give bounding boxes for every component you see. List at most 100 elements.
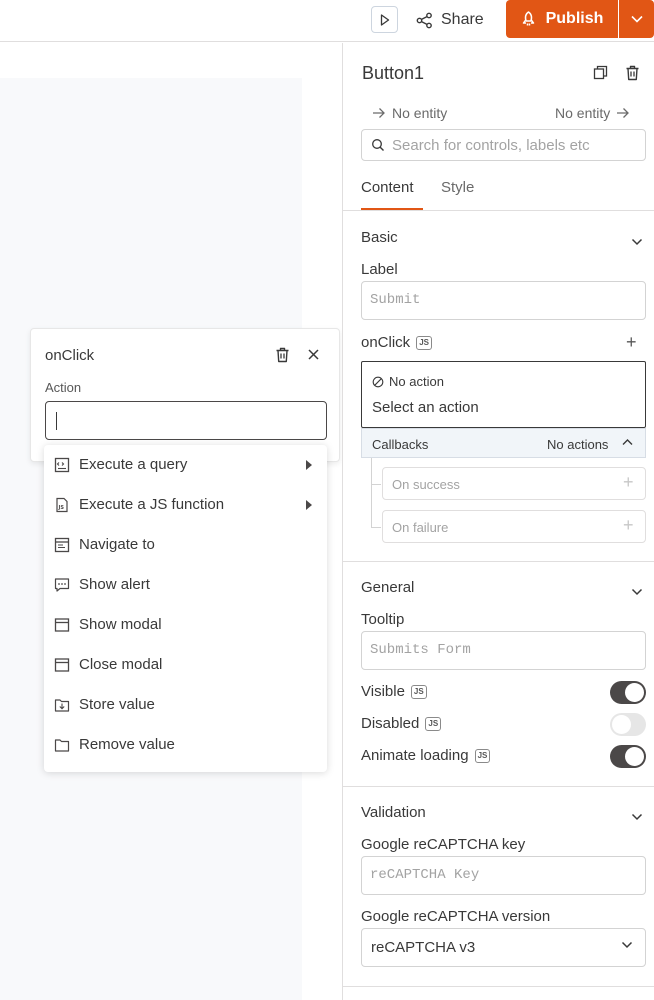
top-bar: Share Publish <box>0 0 654 42</box>
menu-item-label: Navigate to <box>79 536 155 553</box>
action-label: Action <box>45 380 82 395</box>
copy-widget-button[interactable] <box>593 65 608 85</box>
menu-item-store-value[interactable]: Store value <box>44 685 327 725</box>
visible-toggle[interactable] <box>610 681 646 704</box>
recaptcha-key-text: Google reCAPTCHA key <box>361 836 526 853</box>
onclick-action-selector[interactable]: No action Select an action <box>361 361 646 428</box>
property-pane: Button1 No entity No entity Content Styl… <box>342 43 654 1000</box>
menu-item-show-alert[interactable]: Show alert <box>44 565 327 605</box>
collapse-general-button[interactable] <box>631 583 643 601</box>
search-icon <box>372 139 384 151</box>
menu-item-execute-js-function[interactable]: JS Execute a JS function <box>44 485 327 525</box>
js-file-icon: JS <box>56 497 68 513</box>
delete-action-button[interactable] <box>275 347 290 368</box>
trash-icon <box>626 65 639 81</box>
recaptcha-version-text: Google reCAPTCHA version <box>361 908 551 925</box>
recaptcha-version-select[interactable]: reCAPTCHA v3 <box>361 928 646 967</box>
select-action-text: Select an action <box>372 399 479 416</box>
svg-text:JS: JS <box>58 505 65 511</box>
on-success-label: On success <box>392 477 460 492</box>
recaptcha-version-field-label: Google reCAPTCHA version <box>361 908 550 925</box>
section-validation-title[interactable]: Validation <box>361 804 426 821</box>
toggle-knob <box>612 715 631 734</box>
share-button[interactable]: Share <box>416 8 484 32</box>
on-success-callback[interactable]: On success + <box>382 467 646 500</box>
on-failure-callback[interactable]: On failure + <box>382 510 646 543</box>
add-on-failure-button[interactable]: + <box>623 515 634 536</box>
tooltip-text: Tooltip <box>361 611 405 628</box>
onclick-text: onClick <box>361 334 411 351</box>
property-search <box>361 129 646 161</box>
menu-item-label: Store value <box>79 696 155 713</box>
js-toggle-button[interactable]: JS <box>474 748 491 763</box>
section-basic-title[interactable]: Basic <box>361 229 398 246</box>
menu-item-close-modal[interactable]: Close modal <box>44 645 327 685</box>
rocket-icon <box>522 11 534 26</box>
menu-item-label: Execute a JS function <box>79 496 225 513</box>
disabled-field-label: Disabled JS <box>361 715 442 732</box>
animate-loading-toggle[interactable] <box>610 745 646 768</box>
modal-icon <box>54 658 70 672</box>
delete-widget-button[interactable] <box>625 65 640 86</box>
label-input[interactable]: Submit <box>361 281 646 320</box>
section-general-title[interactable]: General <box>361 579 414 596</box>
menu-item-show-modal[interactable]: Show modal <box>44 605 327 645</box>
on-failure-label: On failure <box>392 520 449 535</box>
js-toggle-button[interactable]: JS <box>425 716 442 731</box>
share-icon <box>416 12 432 28</box>
alert-icon <box>54 578 70 592</box>
js-toggle-button[interactable]: JS <box>410 684 427 699</box>
ban-icon <box>372 376 384 387</box>
chevron-up-icon <box>622 439 633 445</box>
entity-nav-back[interactable]: No entity <box>372 105 447 121</box>
no-action-text: No action <box>389 374 444 389</box>
animate-loading-text: Animate loading <box>361 747 469 764</box>
publish-options-button[interactable] <box>619 0 654 38</box>
action-menu: Execute a query JS Execute a JS function… <box>44 445 327 772</box>
close-popover-button[interactable] <box>307 348 320 366</box>
entity-nav-forward[interactable]: No entity <box>555 105 630 121</box>
arrow-right-icon <box>617 108 630 118</box>
recaptcha-key-input[interactable]: reCAPTCHA Key <box>361 856 646 895</box>
tooltip-placeholder: Submits Form <box>370 642 471 658</box>
submenu-arrow-icon <box>306 500 312 510</box>
callbacks-header[interactable]: Callbacks No actions <box>361 428 646 458</box>
visible-field-label: Visible JS <box>361 683 427 700</box>
menu-item-label: Remove value <box>79 736 175 753</box>
close-icon <box>308 349 319 360</box>
menu-item-remove-value[interactable]: Remove value <box>44 725 327 765</box>
widget-name[interactable]: Button1 <box>362 63 424 84</box>
play-icon <box>380 13 389 26</box>
menu-item-execute-query[interactable]: Execute a query <box>44 445 327 485</box>
add-action-button[interactable]: + <box>626 332 637 353</box>
tab-style[interactable]: Style <box>441 179 474 196</box>
store-icon <box>54 699 70 712</box>
tooltip-input[interactable]: Submits Form <box>361 631 646 670</box>
menu-item-navigate-to[interactable]: Navigate to <box>44 525 327 565</box>
divider <box>343 210 654 211</box>
recaptcha-version-value: reCAPTCHA v3 <box>371 939 476 956</box>
recaptcha-key-placeholder: reCAPTCHA Key <box>370 867 480 883</box>
collapse-basic-button[interactable] <box>631 233 643 251</box>
callbacks-value: No actions <box>547 437 609 452</box>
publish-button[interactable]: Publish <box>506 0 618 38</box>
disabled-toggle[interactable] <box>610 713 646 736</box>
publish-label: Publish <box>545 10 604 27</box>
action-search-input[interactable] <box>45 401 327 440</box>
add-on-success-button[interactable]: + <box>623 472 634 493</box>
divider <box>343 986 654 987</box>
js-toggle-button[interactable]: JS <box>416 335 432 350</box>
chevron-down-icon <box>631 813 643 821</box>
divider <box>343 561 654 562</box>
tab-content[interactable]: Content <box>361 179 414 196</box>
popover-title: onClick <box>45 347 95 364</box>
copy-icon <box>593 65 608 80</box>
toggle-knob <box>625 747 644 766</box>
chevron-down-icon <box>621 941 633 949</box>
collapse-validation-button[interactable] <box>631 808 643 826</box>
folder-icon <box>54 739 70 752</box>
preview-button[interactable] <box>371 6 398 33</box>
text-caret <box>56 412 57 430</box>
search-input[interactable] <box>392 135 642 155</box>
disabled-text: Disabled <box>361 715 420 732</box>
